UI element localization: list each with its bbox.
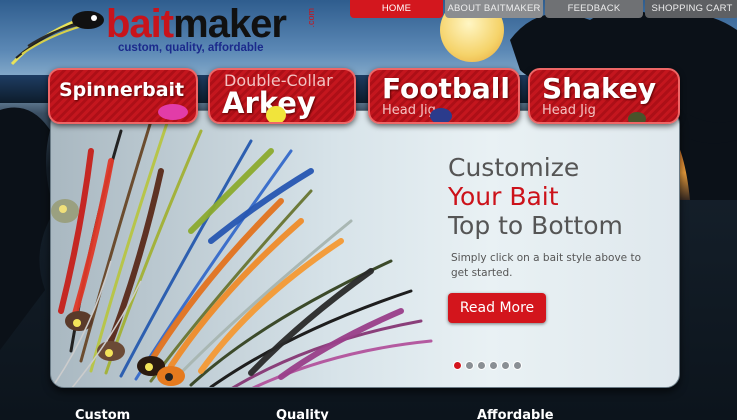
nav-feedback[interactable]: FEEDBACK: [545, 0, 643, 18]
slider-dot-4[interactable]: [489, 361, 498, 370]
logo-dotcom: .com: [306, 8, 316, 28]
shakey-jig-thumb-icon: [628, 112, 646, 122]
slider-dot-3[interactable]: [477, 361, 486, 370]
top-nav: HOME ABOUT BAITMAKER FEEDBACK SHOPPING C…: [350, 0, 737, 18]
nav-shopping-cart[interactable]: SHOPPING CART: [645, 0, 737, 18]
category-arkey-button[interactable]: Double-Collar Arkey: [208, 68, 356, 124]
spinnerbait-photo: [51, 111, 433, 387]
footer-heading-affordable: Affordable: [477, 408, 554, 420]
nav-about[interactable]: ABOUT BAITMAKER: [445, 0, 543, 18]
nav-home[interactable]: HOME: [350, 0, 443, 18]
spinnerbait-thumb-icon: [158, 104, 188, 120]
slider-dot-5[interactable]: [501, 361, 510, 370]
hero-headline: Customize Your Bait Top to Bottom: [448, 153, 623, 240]
hero-banner: Customize Your Bait Top to Bottom Simply…: [50, 110, 680, 388]
slider-dot-6[interactable]: [513, 361, 522, 370]
logo-tagline: custom, quality, affordable: [118, 42, 264, 54]
hero-line-1: Customize: [448, 153, 580, 182]
category-sublabel: Head Jig: [542, 103, 596, 118]
slider-dot-1[interactable]: [453, 361, 462, 370]
baitmaker-logo[interactable]: baitmaker .com custom, quality, affordab…: [8, 2, 328, 72]
read-more-button[interactable]: Read More: [448, 293, 546, 323]
footer-heading-quality: Quality: [276, 408, 329, 420]
spinnerbait-logo-icon: [10, 11, 104, 66]
category-shakey-button[interactable]: Shakey Head Jig: [528, 68, 680, 124]
category-label: Spinnerbait: [59, 79, 185, 101]
category-spinnerbait-button[interactable]: Spinnerbait: [48, 68, 198, 124]
football-jig-thumb-icon: [430, 108, 452, 122]
arkey-jig-thumb-icon: [266, 106, 286, 122]
category-football-button[interactable]: Football Head Jig: [368, 68, 520, 124]
slider-dots: [453, 361, 525, 370]
slider-dot-2[interactable]: [465, 361, 474, 370]
category-label: Shakey: [542, 72, 657, 105]
logo-wordmark: baitmaker: [106, 2, 287, 46]
hero-description: Simply click on a bait style above to ge…: [451, 252, 641, 279]
category-sublabel: Head Jig: [382, 103, 436, 118]
category-label: Football: [382, 72, 510, 105]
hero-line-2: Your Bait: [448, 182, 559, 211]
hero-line-3: Top to Bottom: [448, 211, 623, 240]
footer-heading-custom: Custom: [75, 408, 131, 420]
